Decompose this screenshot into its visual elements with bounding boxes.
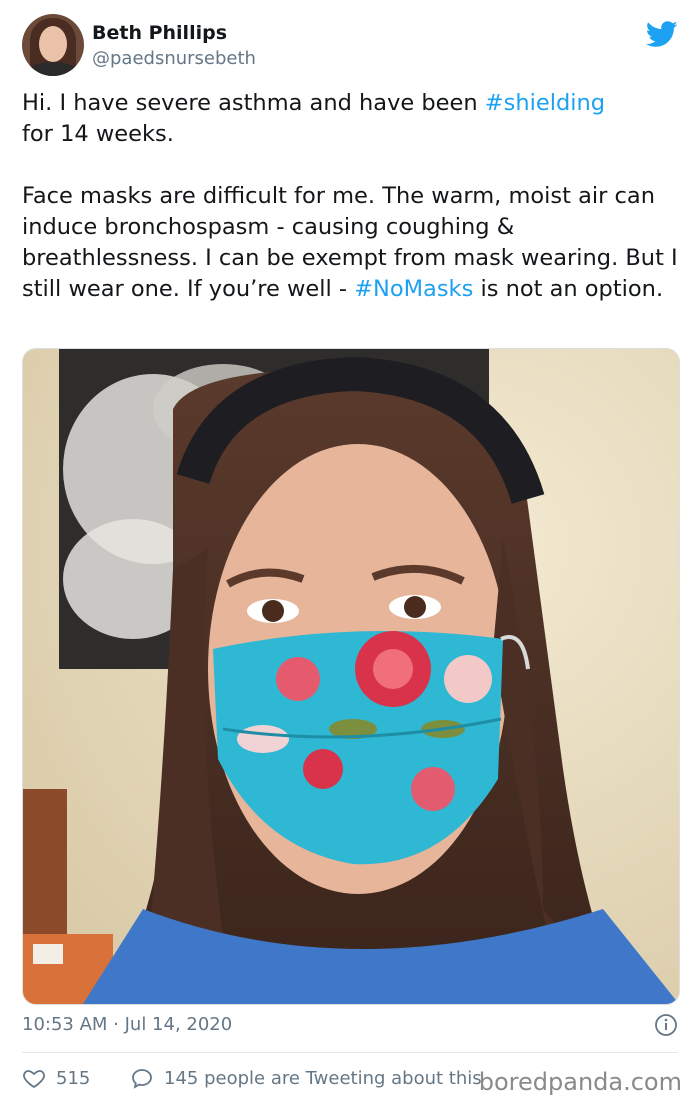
tweet-header: Beth Phillips @paedsnursebeth	[22, 14, 682, 80]
hashtag-nomasks[interactable]: #NoMasks	[354, 276, 473, 302]
tweeting-about-text: 145 people are Tweeting about this	[164, 1067, 482, 1089]
like-button[interactable]: 515	[22, 1066, 90, 1090]
like-count: 515	[56, 1067, 91, 1089]
twitter-bird-icon[interactable]	[646, 18, 678, 50]
user-name[interactable]: Beth Phillips	[92, 22, 227, 44]
tweet-photo[interactable]	[22, 348, 680, 1005]
divider	[22, 1052, 678, 1053]
info-icon[interactable]	[654, 1013, 678, 1037]
tweet-text: Hi. I have severe asthma and have been #…	[22, 88, 682, 305]
watermark: boredpanda.com	[478, 1068, 682, 1096]
tweet-timestamp[interactable]: 10:53 AM · Jul 14, 2020	[22, 1014, 232, 1035]
heart-icon	[23, 1070, 45, 1089]
tweet-paragraph-2: Face masks are difficult for me. The war…	[22, 183, 678, 302]
hashtag-shielding[interactable]: #shielding	[485, 90, 605, 116]
reply-icon	[132, 1069, 152, 1089]
tweet-paragraph-1: Hi. I have severe asthma and have been #…	[22, 90, 606, 147]
user-handle[interactable]: @paedsnursebeth	[92, 48, 256, 69]
selfie-image	[23, 349, 679, 1004]
avatar[interactable]	[22, 14, 84, 76]
tweeting-about-link[interactable]: 145 people are Tweeting about this	[130, 1066, 482, 1090]
